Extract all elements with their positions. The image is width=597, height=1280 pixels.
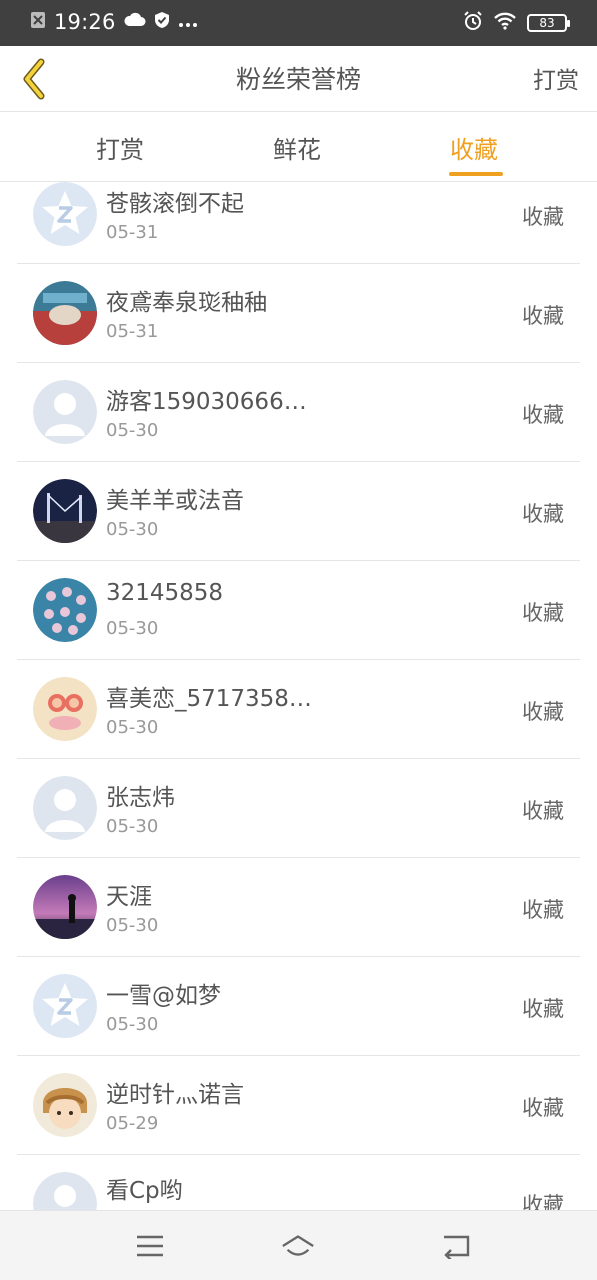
action-label: 收藏 (522, 898, 564, 922)
list-item[interactable]: 游客159030666… 05-30 收藏 (17, 363, 580, 462)
tab-flowers[interactable]: 鲜花 (273, 130, 321, 165)
tab-active-indicator (449, 172, 503, 176)
user-avatar (33, 281, 97, 345)
list-item[interactable]: 张志炜 05-30 收藏 (17, 759, 580, 858)
system-nav-bar (0, 1210, 597, 1280)
shield-icon (154, 11, 170, 33)
list-item[interactable]: 一雪@如梦 05-30 收藏 (17, 957, 580, 1056)
list-item[interactable]: 夜鳶奉泉珳秞秞 05-31 收藏 (17, 264, 580, 363)
top-bar: 粉丝荣誉榜 打赏 (0, 46, 597, 112)
alarm-icon (463, 11, 483, 35)
list-item[interactable]: 美羊羊或法音 05-30 收藏 (17, 462, 580, 561)
user-avatar (33, 578, 97, 642)
action-label: 收藏 (522, 799, 564, 823)
status-left: 19:26 (30, 10, 198, 34)
action-label: 收藏 (522, 601, 564, 625)
action-label: 收藏 (522, 1096, 564, 1120)
list-item[interactable]: 天涯 05-30 收藏 (17, 858, 580, 957)
tab-reward[interactable]: 打赏 (96, 130, 144, 165)
action-label: 收藏 (522, 502, 564, 526)
battery-icon: 83 (527, 14, 570, 32)
tab-bar: 打赏 鲜花 收藏 (0, 112, 597, 182)
action-label: 收藏 (522, 304, 564, 328)
status-right: 83 (463, 11, 570, 35)
user-avatar (33, 677, 97, 741)
favorite-date: 05-30 (106, 1014, 159, 1035)
list-item[interactable]: 苍骸滚倒不起 05-31 收藏 (17, 182, 580, 264)
menu-button[interactable] (132, 1230, 168, 1262)
action-label: 收藏 (522, 700, 564, 724)
user-name: 一雪@如梦 (106, 983, 221, 1009)
person-placeholder-icon (33, 1172, 97, 1210)
person-placeholder-icon (33, 380, 97, 444)
user-name: 喜美恋_5717358… (106, 686, 312, 712)
action-label: 收藏 (522, 403, 564, 427)
user-avatar (33, 1073, 97, 1137)
user-name: 夜鳶奉泉珳秞秞 (106, 290, 267, 316)
favorite-date: 05-30 (106, 420, 159, 441)
back-arrow-icon (444, 1235, 470, 1259)
action-label: 收藏 (522, 997, 564, 1021)
user-name: 张志炜 (106, 785, 175, 811)
user-name: 看Cp哟 (106, 1178, 183, 1204)
user-name: 逆时针灬诺言 (106, 1082, 244, 1108)
user-name: 苍骸滚倒不起 (106, 191, 244, 217)
user-name: 32145858 (106, 580, 224, 606)
user-name: 美羊羊或法音 (106, 488, 244, 514)
reward-link[interactable]: 打赏 (533, 61, 579, 95)
action-label: 收藏 (522, 205, 564, 229)
favorite-date: 05-31 (106, 222, 159, 243)
favorite-date: 05-30 (106, 618, 159, 639)
more-dots-icon (178, 13, 198, 32)
cloud-icon (124, 12, 146, 32)
user-avatar (33, 479, 97, 543)
back-nav-button[interactable] (438, 1230, 474, 1262)
person-placeholder-icon (33, 776, 97, 840)
favorite-date: 05-30 (106, 717, 159, 738)
favorite-date: 05-31 (106, 321, 159, 342)
user-name: 天涯 (106, 884, 152, 910)
list-item[interactable]: 看Cp哟 收藏 (17, 1155, 580, 1210)
user-name: 游客159030666… (106, 389, 307, 415)
notification-x-icon (30, 11, 46, 33)
status-bar: 19:26 83 (0, 0, 597, 46)
tab-favorites[interactable]: 收藏 (450, 130, 498, 165)
qq-default-icon (33, 182, 97, 246)
home-button[interactable] (280, 1230, 316, 1262)
list-item[interactable]: 喜美恋_5717358… 05-30 收藏 (17, 660, 580, 759)
status-time: 19:26 (54, 10, 116, 34)
fan-list: 苍骸滚倒不起 05-31 收藏 夜鳶奉泉珳秞秞 05-31 收藏 游客15903… (0, 182, 597, 1210)
list-item[interactable]: 逆时针灬诺言 05-29 收藏 (17, 1056, 580, 1155)
wifi-icon (493, 12, 517, 34)
qq-default-icon (33, 974, 97, 1038)
favorite-date: 05-30 (106, 519, 159, 540)
user-avatar (33, 875, 97, 939)
page-title: 粉丝荣誉榜 (235, 65, 361, 94)
favorite-date: 05-30 (106, 816, 159, 837)
action-label: 收藏 (522, 1193, 564, 1210)
list-item[interactable]: 32145858 05-30 收藏 (17, 561, 580, 660)
favorite-date: 05-29 (106, 1113, 159, 1134)
home-icon (282, 1235, 314, 1256)
favorite-date: 05-30 (106, 915, 159, 936)
menu-icon (137, 1235, 163, 1257)
